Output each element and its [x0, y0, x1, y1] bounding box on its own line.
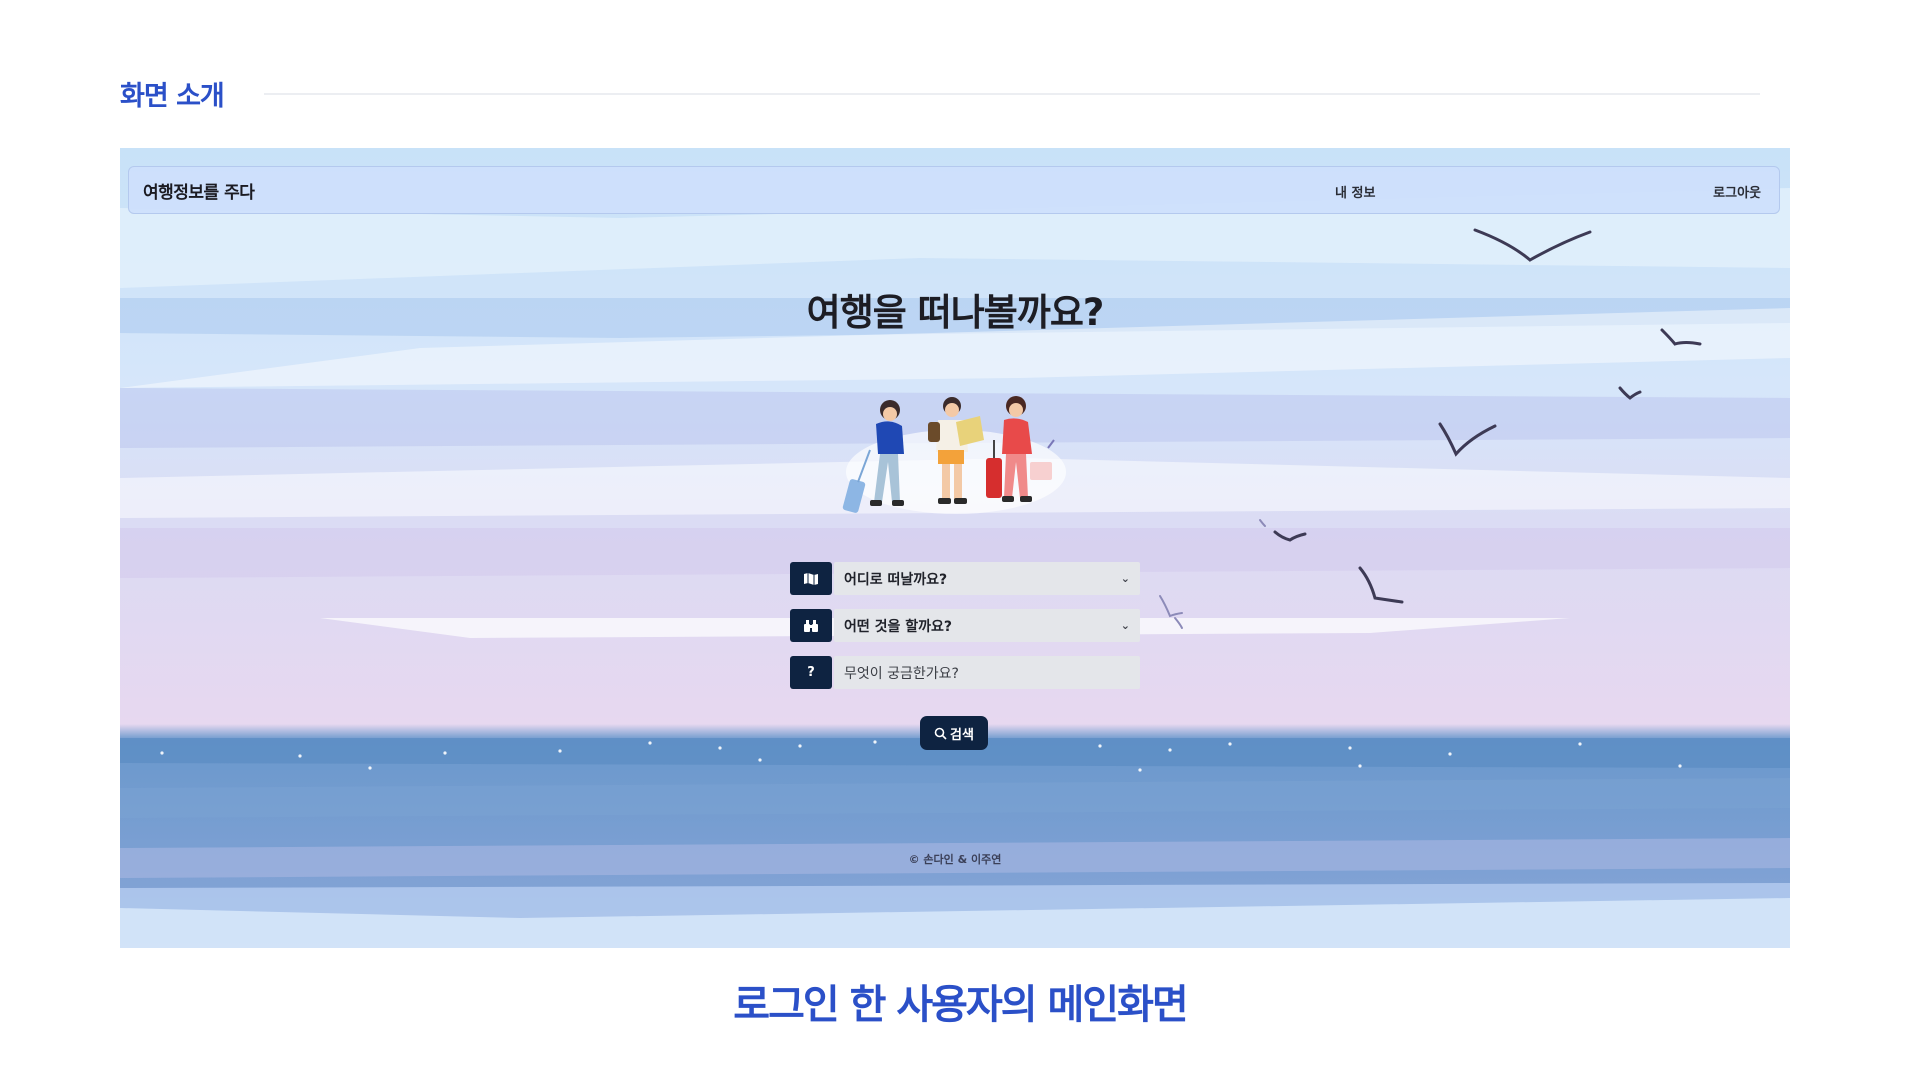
travelers-illustration	[842, 396, 1066, 514]
section-header: 화면 소개	[120, 74, 1760, 113]
binoculars-icon	[790, 609, 832, 642]
section-divider	[263, 92, 1760, 95]
question-input-row: ? 무엇이 궁금한가요?	[790, 656, 1140, 689]
question-input[interactable]: 무엇이 궁금한가요?	[834, 656, 1140, 689]
search-button[interactable]: 검색	[920, 716, 988, 750]
nav-my-info-link[interactable]: 내 정보	[1335, 182, 1375, 201]
nav-logout-link[interactable]: 로그아웃	[1713, 182, 1761, 201]
brand-logo[interactable]: 여행정보를 주다	[143, 178, 255, 203]
destination-select-row: 어디로 떠날까요? ⌄	[790, 562, 1140, 595]
map-icon	[790, 562, 832, 595]
question-mark-icon: ?	[790, 656, 832, 689]
section-title: 화면 소개	[120, 81, 225, 112]
destination-select-value: 어디로 떠날까요?	[844, 571, 948, 588]
navbar: 여행정보를 주다 내 정보 로그아웃	[128, 166, 1780, 214]
sky-sea-background	[120, 148, 1790, 948]
chevron-down-icon: ⌄	[1120, 572, 1130, 585]
question-input-placeholder: 무엇이 궁금한가요?	[844, 665, 959, 682]
search-icon	[934, 727, 947, 740]
activity-select-row: 어떤 것을 할까요? ⌄	[790, 609, 1140, 642]
destination-select[interactable]: 어디로 떠날까요? ⌄	[834, 562, 1140, 595]
activity-select[interactable]: 어떤 것을 할까요? ⌄	[834, 609, 1140, 642]
app-screenshot: 여행정보를 주다 내 정보 로그아웃 여행을 떠나볼까요? 어디로 떠날까요? …	[120, 148, 1790, 948]
footer-credit: © 손다인 & 이주연	[908, 853, 1002, 866]
search-button-label: 검색	[950, 727, 974, 743]
chevron-down-icon: ⌄	[1120, 619, 1130, 632]
hero-title: 여행을 떠나볼까요?	[806, 291, 1105, 334]
activity-select-value: 어떤 것을 할까요?	[844, 618, 953, 635]
caption: 로그인 한 사용자의 메인화면	[733, 982, 1188, 1028]
